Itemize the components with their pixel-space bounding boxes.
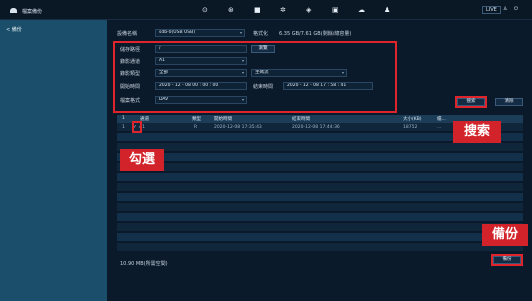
storage-icon[interactable]: ▣ bbox=[332, 7, 339, 14]
live-view-icon[interactable]: ⊙ bbox=[202, 7, 208, 14]
live-button[interactable]: LIVE bbox=[482, 6, 501, 14]
browse-button[interactable]: 瀏覽 bbox=[251, 45, 275, 53]
table-row bbox=[117, 193, 523, 202]
start-time-label: 開始時間 bbox=[120, 84, 141, 90]
col-file[interactable]: 檔... bbox=[437, 116, 446, 122]
row-type: R bbox=[194, 125, 198, 130]
col-end[interactable]: 結束時間 bbox=[292, 116, 310, 122]
required-space-text: 10.90 MB(所需空間) bbox=[120, 261, 168, 267]
file-format-label: 檔案格式 bbox=[120, 98, 141, 104]
device-value: sdb-0(USB USB) bbox=[159, 30, 195, 35]
file-format-value: DAV bbox=[159, 97, 169, 102]
table-row bbox=[117, 213, 523, 222]
table-row bbox=[117, 173, 523, 182]
clear-button[interactable]: 清除 bbox=[495, 98, 523, 106]
stream-value: 主碼流 bbox=[255, 70, 269, 75]
checkbox-highlight-box bbox=[132, 121, 142, 133]
app-title: 檔案備份 bbox=[22, 9, 43, 15]
backup-button[interactable]: 備份 bbox=[493, 256, 521, 264]
device-select[interactable]: sdb-0(USB USB) ▾ bbox=[155, 29, 245, 37]
callout-check: 勾選 bbox=[120, 149, 164, 171]
playback-icon[interactable]: ⊛ bbox=[228, 7, 234, 14]
channel-select[interactable]: A1 ▾ bbox=[155, 57, 247, 65]
user-icon[interactable]: ♟ bbox=[384, 7, 390, 14]
table-row bbox=[117, 153, 523, 162]
layers-icon[interactable]: ◈ bbox=[306, 7, 311, 14]
chevron-down-icon: ▾ bbox=[241, 58, 244, 63]
table-row bbox=[117, 223, 523, 232]
col-start[interactable]: 開始時間 bbox=[214, 116, 232, 122]
callout-backup: 備份 bbox=[482, 224, 528, 246]
table-row bbox=[117, 243, 523, 252]
cloud-logo-icon bbox=[10, 8, 17, 13]
start-time-field[interactable]: 2020 - 12 - 08 00 : 00 : 00 bbox=[155, 82, 247, 90]
person-icon[interactable]: ♙ bbox=[503, 6, 507, 12]
capacity-text: 6.35 GB/7.61 GB(剩餘/總容量) bbox=[279, 31, 352, 37]
row-end: 2020-12-08 17:44:36 bbox=[292, 125, 340, 130]
cloud-icon[interactable]: ☁ bbox=[358, 7, 365, 14]
top-bar: 檔案備份 ⊙ ⊛ ■ ✲ ◈ ▣ ☁ ♟ LIVE ♙ ⏻ bbox=[0, 0, 532, 20]
end-time-field[interactable]: 2020 - 12 - 08 17 : 58 : 41 bbox=[283, 82, 373, 90]
table-row bbox=[117, 233, 523, 242]
sidebar: < 備份 bbox=[0, 20, 107, 301]
power-icon[interactable]: ⏻ bbox=[514, 6, 518, 12]
channel-value: A1 bbox=[159, 58, 165, 63]
col-index[interactable]: 1 bbox=[122, 116, 125, 121]
row-start: 2020-12-08 17:35:43 bbox=[214, 125, 262, 130]
settings-gear-icon[interactable]: ✲ bbox=[280, 7, 286, 14]
table-row bbox=[117, 163, 523, 172]
type-value: 全部 bbox=[159, 70, 168, 75]
stream-select[interactable]: 主碼流 ▾ bbox=[251, 69, 347, 77]
type-label: 錄影類型 bbox=[120, 71, 141, 77]
chevron-down-icon: ▾ bbox=[239, 30, 242, 35]
table-row bbox=[117, 203, 523, 212]
directory-field[interactable]: / bbox=[155, 45, 247, 53]
sidebar-item-backup[interactable]: < 備份 bbox=[6, 26, 22, 33]
col-type[interactable]: 類型 bbox=[192, 116, 201, 122]
channel-label: 錄影通道 bbox=[120, 59, 141, 65]
directory-label: 儲存路徑 bbox=[120, 47, 141, 53]
table-row bbox=[117, 143, 523, 152]
search-button[interactable]: 搜索 bbox=[457, 98, 485, 106]
col-size[interactable]: 大小(KB) bbox=[403, 116, 422, 122]
end-time-label: 結束時間 bbox=[253, 84, 274, 90]
camera-icon[interactable]: ■ bbox=[254, 7, 261, 14]
main-panel: 設備名稱 sdb-0(USB USB) ▾ 格式化 6.35 GB/7.61 G… bbox=[107, 20, 532, 301]
row-file: ... bbox=[437, 125, 442, 130]
format-link[interactable]: 格式化 bbox=[253, 30, 268, 37]
row-size: 18752 bbox=[403, 125, 418, 130]
file-format-select[interactable]: DAV ▾ bbox=[155, 96, 247, 104]
row-index: 1 bbox=[122, 125, 125, 130]
chevron-down-icon: ▾ bbox=[241, 97, 244, 102]
callout-search: 搜索 bbox=[453, 121, 501, 143]
device-label: 設備名稱 bbox=[117, 31, 138, 37]
chevron-down-icon: ▾ bbox=[341, 70, 344, 75]
table-row bbox=[117, 183, 523, 192]
chevron-down-icon: ▾ bbox=[241, 70, 244, 75]
type-select[interactable]: 全部 ▾ bbox=[155, 69, 247, 77]
